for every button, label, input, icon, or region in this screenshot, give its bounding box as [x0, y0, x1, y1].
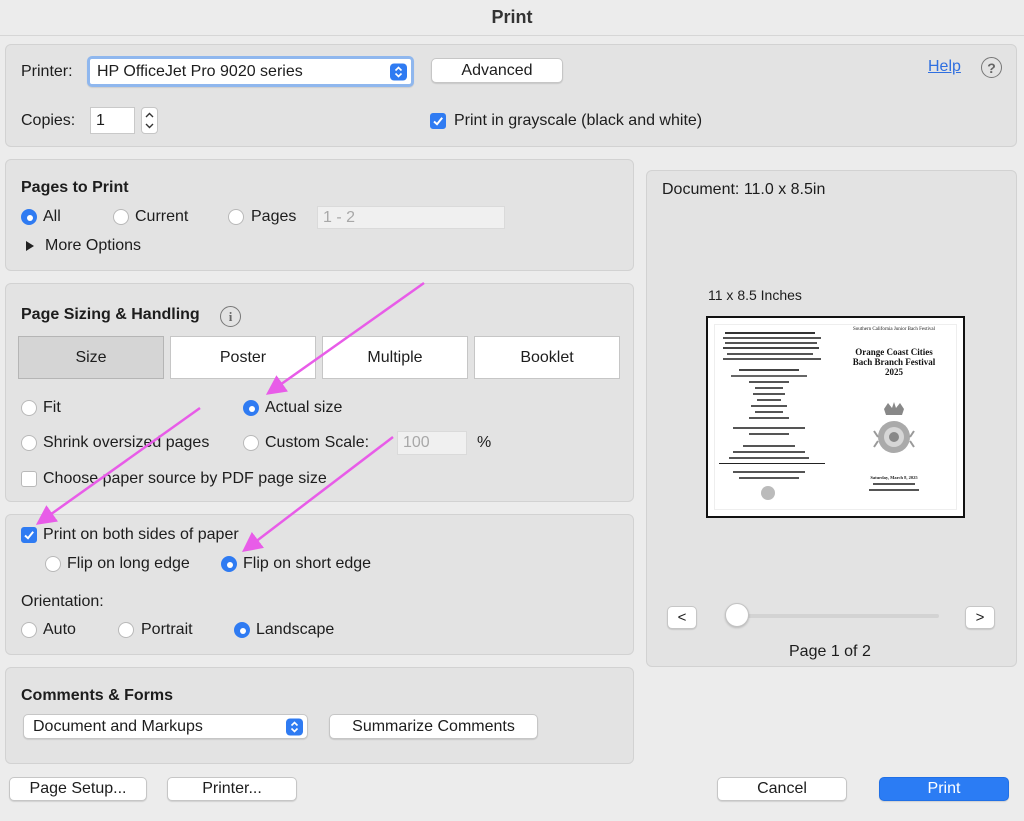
copies-label: Copies: [21, 112, 76, 129]
pages-current-label: Current [135, 208, 189, 225]
comments-select-value: Document and Markups [33, 717, 203, 735]
tab-poster[interactable]: Poster [170, 336, 316, 379]
advanced-button[interactable]: Advanced [431, 58, 563, 83]
copies-value: 1 [96, 111, 105, 129]
select-arrows-icon [286, 718, 303, 735]
paper-size-label: 11 x 8.5 Inches [708, 287, 802, 303]
pages-all-label: All [43, 208, 61, 225]
orientation-portrait-radio[interactable] [118, 622, 134, 638]
custom-scale-value: 100 [403, 434, 430, 451]
fit-label: Fit [43, 399, 61, 416]
page-preview: Southern California Junior Bach Festival… [706, 316, 965, 518]
next-page-button[interactable]: > [965, 606, 995, 629]
preview-festival-header: Southern California Junior Bach Festival [853, 327, 935, 332]
document-size-label: Document: 11.0 x 8.5in [662, 181, 826, 198]
checkmark-icon [24, 531, 34, 540]
printer-button[interactable]: Printer... [167, 777, 297, 801]
window-title-bar: Print [0, 0, 1024, 36]
flip-short-radio[interactable] [221, 556, 237, 572]
page-indicator: Page 1 of 2 [789, 643, 871, 660]
comments-forms-heading: Comments & Forms [21, 687, 174, 704]
custom-scale-label: Custom Scale: [265, 434, 370, 451]
shrink-radio[interactable] [21, 435, 37, 451]
comments-select[interactable]: Document and Markups [23, 714, 308, 739]
previous-page-button[interactable]: < [667, 606, 697, 629]
pages-all-radio[interactable] [21, 209, 37, 225]
checkmark-icon [433, 117, 443, 126]
preview-right-column: Southern California Junior Bach Festival… [835, 327, 953, 507]
orientation-auto-radio[interactable] [21, 622, 37, 638]
page-slider-thumb[interactable] [725, 603, 749, 627]
flip-long-label: Flip on long edge [67, 555, 190, 572]
preview-title-line-2: Bach Branch Festival [852, 357, 936, 367]
pages-range-radio[interactable] [228, 209, 244, 225]
pages-range-placeholder: 1 - 2 [323, 208, 356, 226]
printer-select-value: HP OfficeJet Pro 9020 series [97, 62, 303, 80]
info-icon-glyph: i [228, 308, 233, 324]
preview-title-line-3: 2025 [885, 367, 903, 377]
orientation-auto-label: Auto [43, 621, 76, 638]
orientation-landscape-label: Landscape [256, 621, 335, 638]
flip-short-label: Flip on short edge [243, 555, 372, 572]
page-slider-track[interactable] [726, 614, 939, 618]
flip-long-radio[interactable] [45, 556, 61, 572]
tab-booklet[interactable]: Booklet [474, 336, 620, 379]
actual-size-label: Actual size [265, 399, 343, 416]
pages-current-radio[interactable] [113, 209, 129, 225]
disclosure-triangle-icon[interactable] [26, 241, 34, 251]
paper-source-checkbox[interactable] [21, 471, 37, 487]
preview-date-line: Saturday, March 8, 2025 [870, 475, 918, 480]
window-title: Print [491, 7, 533, 27]
paper-source-label: Choose paper source by PDF page size [43, 470, 327, 487]
page-sizing-heading: Page Sizing & Handling [21, 306, 200, 323]
grayscale-label: Print in grayscale (black and white) [454, 112, 703, 129]
summarize-comments-button[interactable]: Summarize Comments [329, 714, 538, 739]
stepper-arrows-icon [145, 112, 154, 129]
pages-range-label: Pages [251, 208, 297, 225]
help-icon-glyph: ? [987, 59, 996, 76]
custom-scale-radio[interactable] [243, 435, 259, 451]
tab-size[interactable]: Size [18, 336, 164, 379]
both-sides-checkbox[interactable] [21, 527, 37, 543]
shrink-label: Shrink oversized pages [43, 434, 210, 451]
more-options-label[interactable]: More Options [45, 237, 141, 255]
both-sides-label: Print on both sides of paper [43, 526, 239, 543]
orientation-label: Orientation: [21, 593, 104, 610]
pages-range-input[interactable]: 1 - 2 [317, 206, 505, 229]
copies-stepper[interactable] [141, 107, 158, 134]
actual-size-radio[interactable] [243, 400, 259, 416]
help-link[interactable]: Help [928, 58, 961, 76]
info-icon[interactable]: i [220, 306, 241, 327]
preview-title-line-1: Orange Coast Cities [855, 347, 933, 357]
orientation-landscape-radio[interactable] [234, 622, 250, 638]
tab-multiple[interactable]: Multiple [322, 336, 468, 379]
preview-crest-icon [873, 402, 915, 453]
custom-scale-input[interactable]: 100 [397, 431, 467, 455]
print-button[interactable]: Print [879, 777, 1009, 801]
help-icon[interactable]: ? [981, 57, 1002, 78]
grayscale-checkbox[interactable] [430, 113, 446, 129]
cancel-button[interactable]: Cancel [717, 777, 847, 801]
page-setup-button[interactable]: Page Setup... [9, 777, 147, 801]
pages-to-print-heading: Pages to Print [21, 179, 129, 196]
printer-label: Printer: [21, 63, 73, 80]
orientation-portrait-label: Portrait [141, 621, 193, 638]
fit-radio[interactable] [21, 400, 37, 416]
copies-input[interactable]: 1 [90, 107, 135, 134]
preview-page-content: Southern California Junior Bach Festival… [715, 325, 956, 509]
select-arrows-icon [390, 63, 407, 80]
percent-label: % [477, 434, 492, 451]
printer-select[interactable]: HP OfficeJet Pro 9020 series [87, 56, 414, 87]
preview-left-column [719, 329, 825, 505]
